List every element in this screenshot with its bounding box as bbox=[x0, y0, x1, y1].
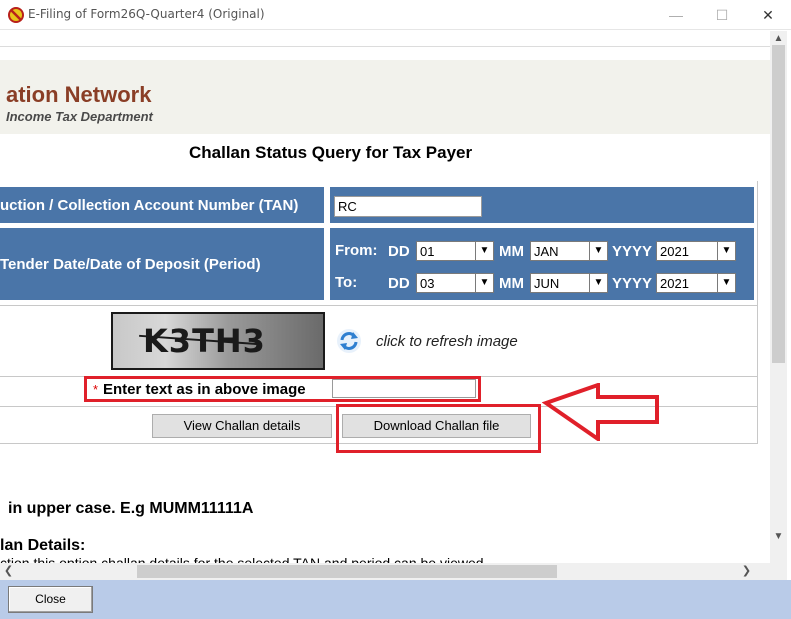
period-label: Tender Date/Date of Deposit (Period) bbox=[0, 256, 261, 273]
to-day-value: 03 bbox=[420, 276, 435, 291]
page-title: Challan Status Query for Tax Payer bbox=[189, 143, 473, 162]
maximize-button[interactable]: ☐ bbox=[699, 0, 745, 30]
title-bar: E-Filing of Form26Q-Quarter4 (Original) … bbox=[0, 0, 791, 30]
view-challan-button[interactable]: View Challan details bbox=[152, 414, 332, 438]
minimize-button[interactable]: — bbox=[653, 0, 699, 30]
refresh-image-link[interactable]: click to refresh image bbox=[376, 333, 518, 350]
to-yyyy-label: YYYY bbox=[612, 275, 653, 292]
tan-format-note: in upper case. E.g MUMM11111A bbox=[8, 500, 254, 517]
horizontal-scroll-thumb[interactable] bbox=[137, 565, 557, 578]
to-month-value: JUN bbox=[534, 276, 560, 291]
refresh-icon[interactable] bbox=[335, 327, 363, 355]
from-month-select[interactable]: JAN ▼ bbox=[530, 241, 608, 261]
period-label-cell: Tender Date/Date of Deposit (Period) bbox=[0, 228, 324, 300]
vertical-scrollbar[interactable]: ▲ ▼ bbox=[770, 31, 787, 563]
page-viewport: ation Network Income Tax Department Chal… bbox=[0, 31, 770, 563]
scroll-right-icon[interactable]: ❯ bbox=[738, 563, 755, 580]
to-year-value: 2021 bbox=[660, 276, 689, 291]
from-day-select[interactable]: 01 ▼ bbox=[416, 241, 494, 261]
from-yyyy-label: YYYY bbox=[612, 243, 653, 260]
close-button[interactable]: Close bbox=[8, 586, 93, 613]
vertical-scroll-thumb[interactable] bbox=[772, 45, 785, 363]
chevron-down-icon[interactable]: ▼ bbox=[475, 242, 493, 260]
horizontal-scrollbar[interactable]: ❮ ❯ bbox=[0, 563, 770, 580]
chevron-down-icon[interactable]: ▼ bbox=[475, 274, 493, 292]
divider bbox=[0, 305, 758, 306]
challan-details-heading: lan Details: bbox=[0, 537, 86, 554]
captcha-input-label: Enter text as in above image bbox=[103, 381, 306, 398]
bottom-bar: Close bbox=[0, 580, 791, 619]
challan-details-description: ction this option challan details for th… bbox=[0, 555, 484, 563]
close-window-button[interactable]: ✕ bbox=[745, 0, 791, 30]
from-year-select[interactable]: 2021 ▼ bbox=[656, 241, 736, 261]
from-label: From: bbox=[335, 242, 378, 259]
from-day-value: 01 bbox=[420, 244, 435, 259]
partial-text-clip: ction this option challan details for th… bbox=[0, 555, 770, 563]
tan-label: uction / Collection Account Number (TAN) bbox=[0, 197, 299, 214]
to-month-select[interactable]: JUN ▼ bbox=[530, 273, 608, 293]
to-label: To: bbox=[335, 274, 358, 291]
app-icon bbox=[8, 7, 24, 23]
chevron-down-icon[interactable]: ▼ bbox=[589, 274, 607, 292]
chevron-down-icon[interactable]: ▼ bbox=[717, 242, 735, 260]
network-title: ation Network bbox=[6, 82, 152, 107]
annotation-arrow-icon bbox=[542, 383, 659, 441]
to-mm-label: MM bbox=[499, 275, 524, 292]
from-mm-label: MM bbox=[499, 243, 524, 260]
captcha-input[interactable] bbox=[332, 379, 476, 398]
chevron-down-icon[interactable]: ▼ bbox=[589, 242, 607, 260]
scroll-down-icon[interactable]: ▼ bbox=[770, 529, 787, 545]
tan-label-cell: uction / Collection Account Number (TAN) bbox=[0, 187, 324, 223]
chevron-down-icon[interactable]: ▼ bbox=[717, 274, 735, 292]
department-subtitle: Income Tax Department bbox=[6, 109, 153, 124]
scrollbar-corner bbox=[770, 563, 787, 580]
tan-input[interactable] bbox=[334, 196, 482, 217]
scroll-left-icon[interactable]: ❮ bbox=[0, 563, 17, 580]
to-year-select[interactable]: 2021 ▼ bbox=[656, 273, 736, 293]
from-month-value: JAN bbox=[534, 244, 559, 259]
to-dd-label: DD bbox=[388, 275, 410, 292]
highlight-box bbox=[336, 404, 541, 453]
captcha-image: K3TH3 bbox=[111, 312, 325, 370]
required-marker: * bbox=[93, 382, 99, 397]
from-year-value: 2021 bbox=[660, 244, 689, 259]
from-dd-label: DD bbox=[388, 243, 410, 260]
divider bbox=[0, 46, 770, 47]
window-title: E-Filing of Form26Q-Quarter4 (Original) bbox=[28, 7, 265, 21]
to-day-select[interactable]: 03 ▼ bbox=[416, 273, 494, 293]
